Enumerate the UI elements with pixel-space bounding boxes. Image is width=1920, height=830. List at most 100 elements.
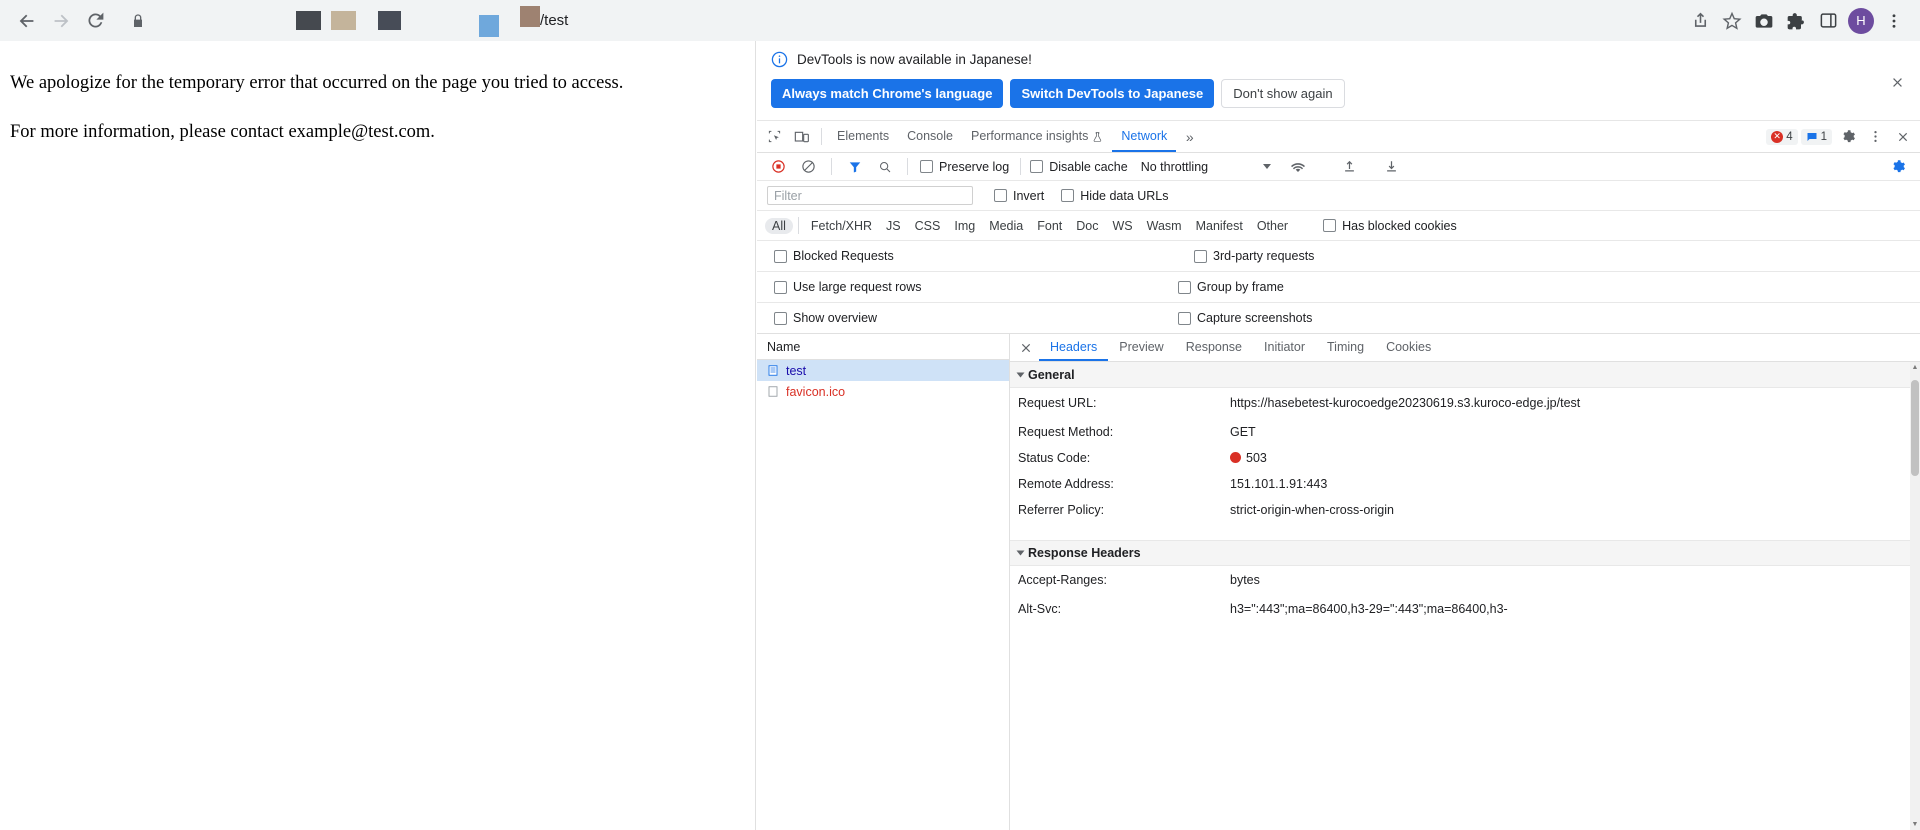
banner-close-button[interactable] [1886, 71, 1908, 93]
clear-button[interactable] [795, 154, 822, 180]
header-key: Referrer Policy: [1018, 503, 1105, 517]
scroll-down-arrow-icon[interactable]: ▼ [1911, 821, 1919, 828]
address-bar[interactable]: /test [118, 5, 1676, 37]
checkbox-label: Disable cache [1049, 159, 1128, 174]
network-conditions-button[interactable] [1284, 154, 1311, 180]
checkbox-box [1030, 160, 1044, 173]
use-large-request-rows-checkbox[interactable]: Use large request rows [774, 280, 1178, 294]
message-icon [1807, 132, 1817, 141]
scroll-up-arrow-icon[interactable]: ▲ [1911, 364, 1919, 371]
back-button[interactable] [10, 4, 44, 38]
type-filter-img[interactable]: Img [947, 218, 982, 234]
network-settings-button[interactable] [1885, 154, 1912, 180]
detail-tab-headers[interactable]: Headers [1039, 334, 1108, 361]
type-filter-ws[interactable]: WS [1105, 218, 1139, 234]
has-blocked-cookies-checkbox[interactable]: Has blocked cookies [1323, 219, 1457, 233]
divider [1020, 158, 1022, 175]
type-filter-fetch-xhr[interactable]: Fetch/XHR [804, 218, 879, 234]
camera-icon [1755, 13, 1773, 28]
type-filter-media[interactable]: Media [982, 218, 1030, 234]
show-overview-row: Show overview Capture screenshots [757, 303, 1920, 334]
banner-message: DevTools is now available in Japanese! [797, 52, 1032, 67]
checkbox-box [774, 280, 787, 294]
blocked-requests-checkbox[interactable]: Blocked Requests [774, 249, 1178, 263]
general-section-header[interactable]: General [1010, 362, 1920, 388]
chevron-down-icon [1016, 372, 1025, 377]
preserve-log-checkbox[interactable]: Preserve log [920, 160, 1009, 174]
invert-checkbox[interactable]: Invert [994, 189, 1044, 203]
error-badge[interactable]: ✕ 4 [1766, 128, 1798, 145]
extensions-button[interactable] [1780, 5, 1812, 37]
header-key: Request URL: [1018, 396, 1097, 410]
devtools-more-button[interactable] [1862, 124, 1889, 150]
detail-tab-cookies[interactable]: Cookies [1375, 334, 1442, 361]
inspect-element-button[interactable] [761, 124, 788, 150]
redaction-block [356, 11, 378, 30]
device-toolbar-button[interactable] [788, 124, 815, 150]
screenshot-button[interactable] [1748, 5, 1780, 37]
tab-console[interactable]: Console [898, 121, 962, 152]
more-tabs-button[interactable]: » [1176, 124, 1203, 150]
request-row-test[interactable]: test [757, 360, 1009, 381]
show-overview-checkbox[interactable]: Show overview [774, 311, 1178, 325]
type-filter-all[interactable]: All [765, 217, 793, 234]
tab-performance-insights[interactable]: Performance insights [962, 121, 1112, 152]
page-content: We apologize for the temporary error tha… [0, 41, 756, 830]
type-filter-font[interactable]: Font [1030, 218, 1069, 234]
redaction-block [296, 11, 321, 30]
reload-button[interactable] [78, 4, 112, 38]
share-button[interactable] [1684, 5, 1716, 37]
scrollbar-thumb[interactable] [1911, 380, 1919, 476]
tab-label: Elements [837, 129, 890, 143]
filter-button[interactable] [841, 154, 868, 180]
third-party-requests-checkbox[interactable]: 3rd-party requests [1194, 249, 1314, 263]
detail-tab-initiator[interactable]: Initiator [1253, 334, 1316, 361]
throttling-select[interactable]: No throttling [1140, 159, 1272, 174]
chrome-menu-button[interactable] [1878, 5, 1910, 37]
divider [831, 158, 832, 175]
devtools-settings-button[interactable] [1835, 124, 1862, 150]
export-har-button[interactable] [1378, 154, 1405, 180]
hide-data-urls-checkbox[interactable]: Hide data URLs [1061, 189, 1169, 203]
type-filter-manifest[interactable]: Manifest [1189, 218, 1250, 234]
search-button[interactable] [871, 154, 898, 180]
avatar[interactable]: H [1848, 7, 1874, 34]
detail-tab-response[interactable]: Response [1175, 334, 1253, 361]
response-headers-section-header[interactable]: Response Headers [1010, 540, 1920, 566]
forward-button[interactable] [44, 4, 78, 38]
gear-icon [1843, 130, 1855, 143]
record-button[interactable] [765, 154, 792, 180]
detail-tab-preview[interactable]: Preview [1108, 334, 1174, 361]
bookmark-button[interactable] [1716, 5, 1748, 37]
detail-tab-timing[interactable]: Timing [1316, 334, 1375, 361]
checkbox-box [1178, 311, 1191, 325]
side-panel-button[interactable] [1812, 5, 1844, 37]
type-filter-doc[interactable]: Doc [1069, 218, 1105, 234]
message-badge[interactable]: 1 [1800, 128, 1832, 145]
dont-show-again-button[interactable]: Don't show again [1221, 79, 1345, 108]
detail-scrollbar[interactable]: ▲ ▼ [1910, 362, 1920, 830]
import-har-button[interactable] [1336, 154, 1363, 180]
group-by-frame-checkbox[interactable]: Group by frame [1178, 280, 1284, 294]
request-row-favicon[interactable]: favicon.ico [757, 381, 1009, 402]
filter-input[interactable] [767, 186, 973, 205]
section-title: General [1028, 367, 1075, 382]
tab-elements[interactable]: Elements [828, 121, 898, 152]
detail-close-button[interactable] [1012, 335, 1039, 361]
capture-screenshots-checkbox[interactable]: Capture screenshots [1178, 311, 1312, 325]
type-filter-wasm[interactable]: Wasm [1140, 218, 1189, 234]
network-toolbar: Preserve log Disable cache No throttling [757, 153, 1920, 181]
type-filter-js[interactable]: JS [879, 218, 908, 234]
devtools-close-button[interactable] [1889, 124, 1916, 150]
tab-network[interactable]: Network [1112, 121, 1176, 152]
disable-cache-checkbox[interactable]: Disable cache [1030, 160, 1128, 174]
chrome-toolbar-actions: H [1684, 5, 1910, 37]
checkbox-label: Blocked Requests [793, 249, 894, 263]
switch-devtools-japanese-button[interactable]: Switch DevTools to Japanese [1010, 79, 1215, 108]
checkbox-label: Group by frame [1197, 280, 1284, 294]
request-list-header[interactable]: Name [757, 334, 1009, 360]
throttling-value: No throttling [1140, 159, 1209, 174]
type-filter-other[interactable]: Other [1250, 218, 1295, 234]
type-filter-css[interactable]: CSS [908, 218, 948, 234]
always-match-language-button[interactable]: Always match Chrome's language [771, 79, 1004, 108]
